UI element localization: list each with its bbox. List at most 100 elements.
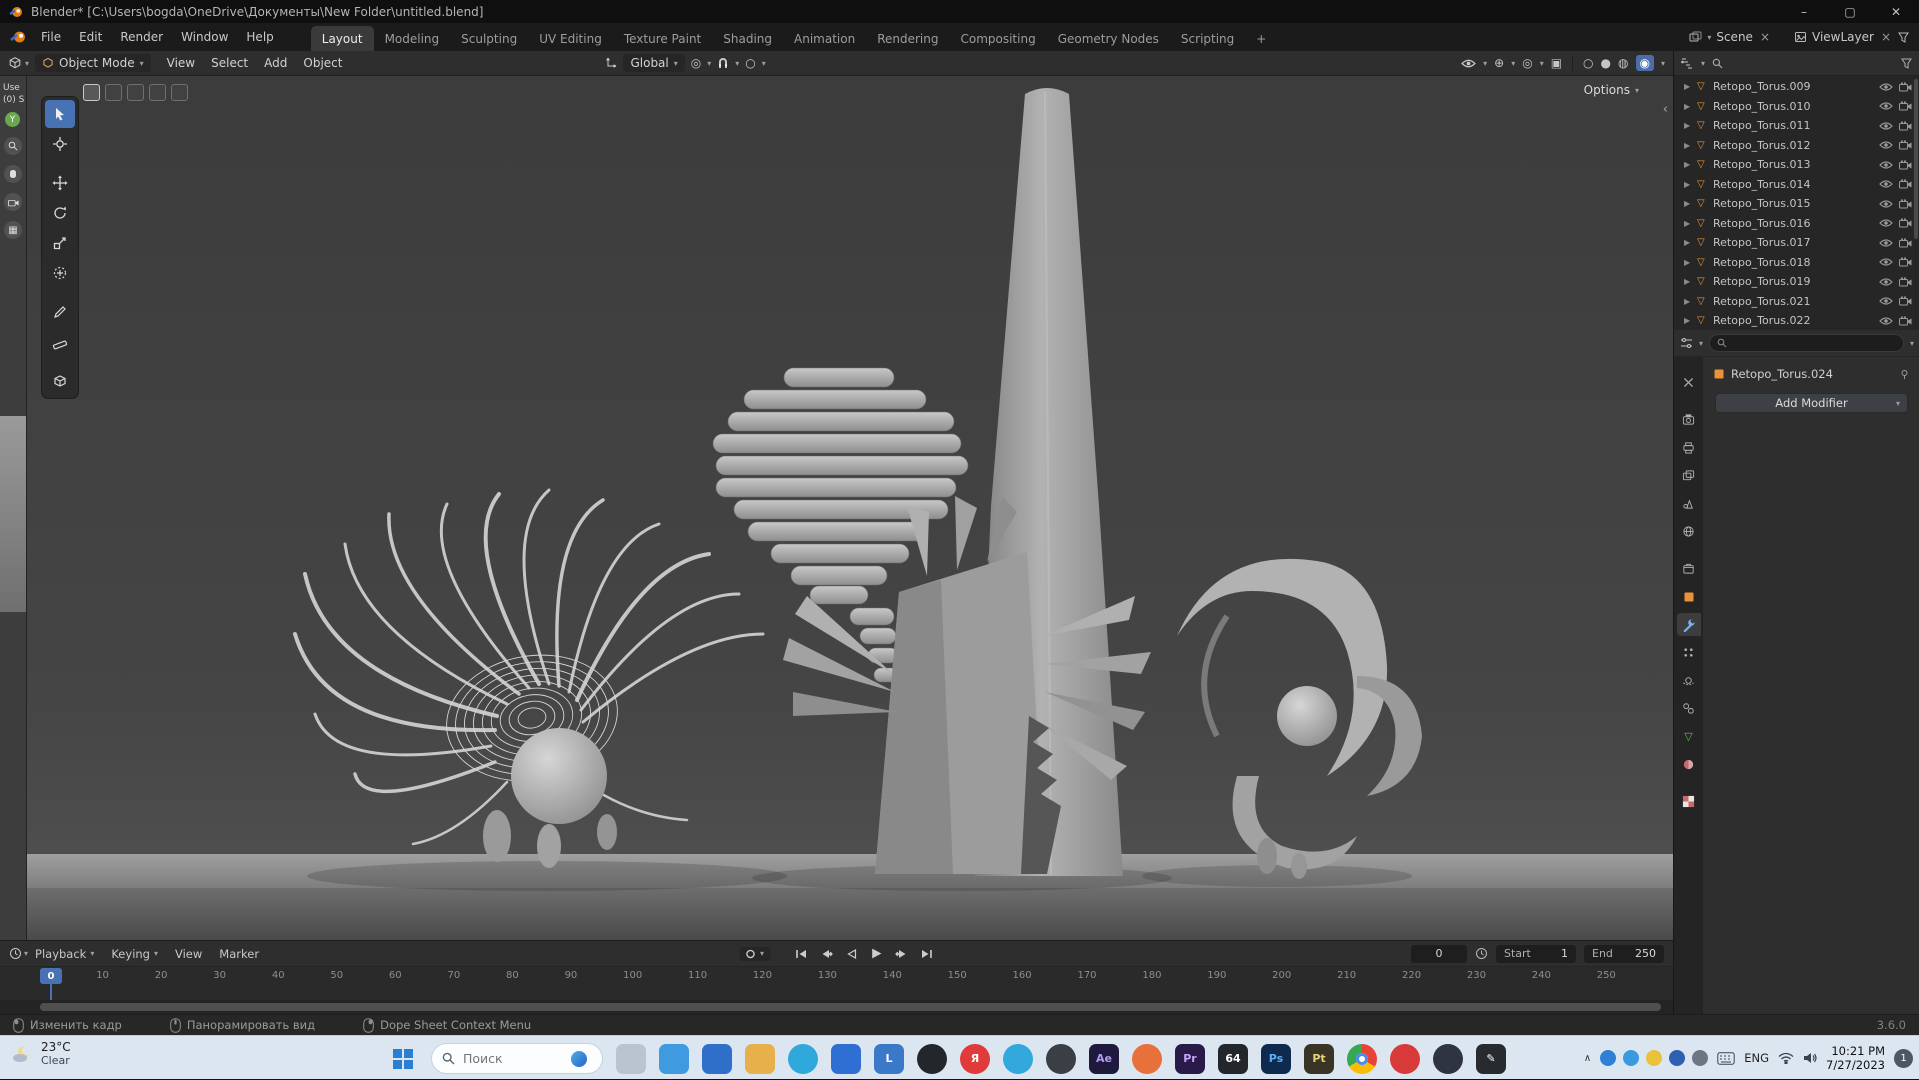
hide-in-viewport-icon[interactable]: [1879, 179, 1893, 189]
tab-scene-icon[interactable]: [1677, 492, 1701, 515]
playhead[interactable]: 0: [40, 968, 62, 984]
expand-arrow-icon[interactable]: ▶: [1684, 102, 1697, 111]
scene-unlink-icon[interactable]: ×: [1758, 30, 1772, 44]
taskbar-app-icon[interactable]: Pr: [1175, 1043, 1205, 1074]
workspace-tab[interactable]: Modeling: [374, 26, 451, 51]
taskbar-app-icon[interactable]: [702, 1043, 732, 1074]
overlays-toggle-icon[interactable]: ◎: [1522, 56, 1532, 70]
viewport-3d[interactable]: Options ▾ ‹: [27, 76, 1673, 940]
menu-item[interactable]: Help: [237, 23, 282, 51]
overlays-caret[interactable]: ▾: [1540, 59, 1544, 68]
preview-range-icon[interactable]: [1475, 947, 1488, 960]
hide-in-viewport-icon[interactable]: [1879, 82, 1893, 92]
tray-language[interactable]: ENG: [1744, 1051, 1769, 1065]
current-frame-field[interactable]: 0: [1411, 944, 1467, 963]
shading-solid-icon[interactable]: ●: [1601, 56, 1611, 70]
pan-hand-icon[interactable]: [4, 165, 22, 184]
camera-view-icon[interactable]: [4, 193, 22, 212]
disable-in-render-icon[interactable]: [1899, 296, 1912, 306]
shading-material-icon[interactable]: ◍: [1618, 56, 1628, 70]
start-button[interactable]: [388, 1044, 418, 1074]
maximize-button[interactable]: ▢: [1827, 0, 1873, 23]
scene-icon[interactable]: [1689, 31, 1702, 43]
tool-select-box[interactable]: [45, 100, 75, 128]
tool-scale[interactable]: [45, 229, 75, 257]
expand-arrow-icon[interactable]: ▶: [1684, 258, 1697, 267]
properties-editor-icon[interactable]: [1680, 337, 1693, 349]
menu-item[interactable]: Render: [111, 23, 172, 51]
outliner-mode-caret[interactable]: ▾: [1701, 59, 1705, 68]
search-input[interactable]: [463, 1051, 563, 1066]
hide-in-viewport-icon[interactable]: [1879, 238, 1893, 248]
visibility-caret[interactable]: ▾: [1483, 59, 1487, 68]
tab-output-icon[interactable]: [1677, 436, 1701, 459]
notification-badge[interactable]: 1: [1894, 1048, 1913, 1068]
disable-in-render-icon[interactable]: [1899, 179, 1912, 189]
hide-in-viewport-icon[interactable]: [1879, 199, 1893, 209]
pivot-caret[interactable]: ▾: [707, 59, 711, 68]
disable-in-render-icon[interactable]: [1899, 81, 1912, 92]
hide-in-viewport-icon[interactable]: [1879, 140, 1893, 150]
tab-particles-icon[interactable]: [1677, 641, 1701, 664]
play-reverse-button[interactable]: [843, 947, 859, 961]
tray-app-icon[interactable]: [1623, 1050, 1640, 1066]
outliner-item-label[interactable]: Retopo_Torus.016: [1713, 217, 1873, 230]
orientation-dropdown[interactable]: Global ▾: [623, 54, 685, 72]
workspace-tab[interactable]: Animation: [783, 26, 866, 51]
taskbar-app-icon[interactable]: [1046, 1043, 1076, 1074]
end-frame-field[interactable]: End 250: [1584, 944, 1664, 963]
tab-world-icon[interactable]: [1677, 520, 1701, 543]
menu-item[interactable]: File: [32, 23, 70, 51]
tab-modifiers-icon[interactable]: [1676, 613, 1701, 636]
outliner-row[interactable]: ▶ ▽ Retopo_Torus.019: [1674, 272, 1919, 292]
proportional-caret[interactable]: ▾: [762, 59, 766, 68]
expand-arrow-icon[interactable]: ▶: [1684, 180, 1697, 189]
outliner-row[interactable]: ▶ ▽ Retopo_Torus.012: [1674, 136, 1919, 156]
tray-app-icon[interactable]: [1600, 1050, 1617, 1066]
weather-widget[interactable]: 23°C Clear: [10, 1040, 71, 1067]
outliner-row[interactable]: ▶ ▽ Retopo_Torus.022: [1674, 311, 1919, 330]
disable-in-render-icon[interactable]: [1899, 237, 1912, 248]
outliner-row[interactable]: ▶ ▽ Retopo_Torus.015: [1674, 194, 1919, 214]
viewlayer-icon[interactable]: [1794, 31, 1807, 43]
viewlayer-remove-icon[interactable]: ×: [1879, 30, 1893, 44]
tab-object-icon[interactable]: [1677, 585, 1701, 608]
start-frame-field[interactable]: Start 1: [1496, 944, 1576, 963]
taskbar-app-icon[interactable]: [616, 1043, 646, 1074]
shading-caret[interactable]: ▾: [1661, 59, 1665, 68]
breadcrumb-object-name[interactable]: Retopo_Torus.024: [1731, 367, 1833, 381]
tray-app-icon[interactable]: [1669, 1050, 1686, 1066]
outliner-item-label[interactable]: Retopo_Torus.015: [1713, 197, 1873, 210]
disable-in-render-icon[interactable]: [1899, 140, 1912, 150]
tray-app-icon[interactable]: [1692, 1050, 1709, 1066]
taskbar-search[interactable]: [431, 1043, 603, 1074]
shading-wireframe-icon[interactable]: ○: [1583, 56, 1593, 70]
taskbar-app-icon[interactable]: [1003, 1043, 1033, 1074]
taskbar-app-icon[interactable]: Ae: [1089, 1043, 1119, 1074]
timeline-scrollbar-thumb[interactable]: [40, 1003, 1661, 1011]
expand-arrow-icon[interactable]: ▶: [1684, 277, 1697, 286]
scene-browse-caret[interactable]: ▾: [1707, 33, 1711, 42]
hide-in-viewport-icon[interactable]: [1879, 121, 1893, 131]
expand-arrow-icon[interactable]: ▶: [1684, 141, 1697, 150]
disable-in-render-icon[interactable]: [1899, 120, 1912, 131]
play-button[interactable]: [868, 947, 884, 961]
tool-options-dropdown[interactable]: Options ▾: [1584, 83, 1639, 97]
outliner-filter-icon[interactable]: [1901, 58, 1912, 69]
outliner-search-icon[interactable]: [1712, 58, 1723, 69]
add-modifier-button[interactable]: Add Modifier ▾: [1715, 393, 1908, 413]
close-button[interactable]: ✕: [1873, 0, 1919, 23]
hide-in-viewport-icon[interactable]: [1879, 101, 1893, 111]
collapsed-editor-strip[interactable]: Use (0) S Y ▦: [0, 76, 27, 940]
sidebar-collapse-chevron[interactable]: ‹: [1663, 102, 1668, 117]
expand-arrow-icon[interactable]: ▶: [1684, 121, 1697, 130]
expand-arrow-icon[interactable]: ▶: [1684, 238, 1697, 247]
outliner-row[interactable]: ▶ ▽ Retopo_Torus.018: [1674, 253, 1919, 273]
hide-in-viewport-icon[interactable]: [1879, 218, 1893, 228]
hide-in-viewport-icon[interactable]: [1879, 277, 1893, 287]
viewport-menu-item[interactable]: Add: [256, 56, 295, 70]
wifi-icon[interactable]: [1778, 1052, 1794, 1064]
tab-object-data-icon[interactable]: ▽: [1677, 725, 1701, 748]
outliner-row[interactable]: ▶ ▽ Retopo_Torus.009: [1674, 77, 1919, 97]
outliner-item-label[interactable]: Retopo_Torus.019: [1713, 275, 1873, 288]
